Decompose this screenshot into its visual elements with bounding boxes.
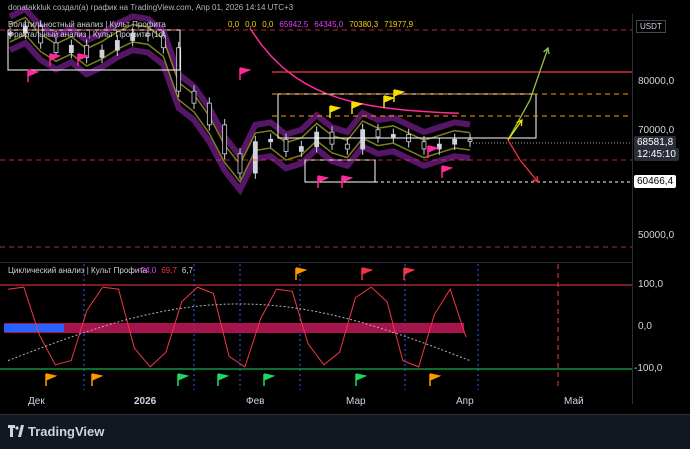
- candle-body-22: [344, 143, 350, 150]
- x-label-2026: 2026: [134, 396, 157, 407]
- candle-body-23: [360, 129, 366, 150]
- candle-body-4: [68, 44, 74, 53]
- flag-12: [45, 373, 58, 386]
- countdown-tag: 12:45:10: [634, 148, 679, 161]
- pane-separator: [0, 262, 632, 263]
- candle-body-14: [222, 124, 228, 155]
- indicator-value-0: 0,0: [228, 20, 240, 29]
- candle-body-25: [390, 134, 396, 138]
- candle-body-15: [237, 153, 243, 174]
- currency-badge[interactable]: USDT: [636, 20, 666, 33]
- indicator-cycle-values: -24,0 69,7 6,7: [138, 266, 198, 275]
- price-label-50000: 50000,0: [638, 230, 675, 241]
- cycle-value-1: 69,7: [161, 266, 177, 275]
- x-label-mar: Мар: [346, 396, 366, 407]
- candle-body-3: [53, 42, 59, 53]
- indicator-fractal-label[interactable]: Фрактальный анализ | Культ Профита (1d): [8, 30, 166, 39]
- main-chart[interactable]: [0, 0, 632, 414]
- osc-histogram-blue: [4, 324, 64, 332]
- flag-10: [383, 95, 396, 108]
- x-label-may: Май: [564, 396, 584, 407]
- trend-line: [249, 28, 460, 115]
- candle-body-29: [452, 138, 458, 145]
- tradingview-logo-icon: [8, 425, 24, 437]
- flag-21: [361, 267, 374, 280]
- osc-label-0: 0,0: [638, 321, 652, 332]
- flag-18: [263, 373, 276, 386]
- candle-body-16: [252, 141, 258, 174]
- indicator-value-6: 71977,9: [384, 20, 414, 29]
- candle-body-30: [467, 138, 473, 142]
- candle-body-27: [421, 141, 427, 150]
- flag-2: [77, 53, 90, 66]
- x-label-feb: Фев: [246, 396, 265, 407]
- flag-20: [403, 267, 416, 280]
- candle-body-6: [99, 49, 105, 58]
- flag-17: [217, 373, 230, 386]
- indicator-value-2: 0,0: [262, 20, 274, 29]
- osc-label-minus100: -100,0: [634, 363, 663, 374]
- candle-body-18: [283, 138, 289, 152]
- indicator-value-3: 65942,5: [279, 20, 309, 29]
- candle-body-13: [206, 102, 212, 126]
- tradingview-brand[interactable]: TradingView: [28, 424, 104, 439]
- price-scale[interactable]: [632, 14, 690, 404]
- flag-19: [355, 373, 368, 386]
- candle-body-7: [114, 40, 120, 51]
- price-label-70000: 70000,0: [638, 125, 675, 136]
- candle-body-20: [314, 131, 320, 147]
- indicator-value-1: 0,0: [245, 20, 257, 29]
- chart-headline: donatakkluk создал(а) график на TradingV…: [8, 3, 294, 12]
- flag-13: [91, 373, 104, 386]
- candle-body-19: [298, 146, 304, 152]
- cycle-oscillator: [0, 284, 632, 370]
- arrow-1: [507, 119, 523, 141]
- arrow-2: [507, 139, 539, 183]
- candle-body-24: [375, 129, 381, 138]
- support-price-tag: 60466,4: [634, 175, 677, 188]
- flag-3: [239, 67, 252, 80]
- indicator-value-4: 64345,0: [314, 20, 344, 29]
- x-label-apr: Апр: [456, 396, 474, 407]
- indicator-value-5: 70380,3: [349, 20, 379, 29]
- candle-body-12: [191, 90, 197, 104]
- cycle-value-2: 6,7: [181, 266, 193, 275]
- flag-16: [177, 373, 190, 386]
- projection-arrows: [507, 46, 550, 184]
- indicator-values: 0,0 0,0 0,0 65942,5 64345,0 70380,3 71977,9: [228, 20, 419, 29]
- cycle-value-0: -24,0: [138, 266, 157, 275]
- osc-label-100: 100,0: [638, 279, 664, 290]
- flag-11: [393, 89, 406, 102]
- x-label-dec: Дек: [28, 396, 45, 407]
- price-label-80000: 80000,0: [638, 76, 675, 87]
- candle-body-17: [268, 138, 274, 143]
- indicator-cycle-label[interactable]: Циклический анализ | Культ Профита: [8, 266, 147, 275]
- signal-flags: [27, 53, 454, 386]
- flag-7: [441, 165, 454, 178]
- flag-0: [27, 69, 40, 82]
- indicator-volatility-label[interactable]: Волатильностный анализ | Культ Профита: [8, 20, 166, 29]
- flag-15: [429, 373, 442, 386]
